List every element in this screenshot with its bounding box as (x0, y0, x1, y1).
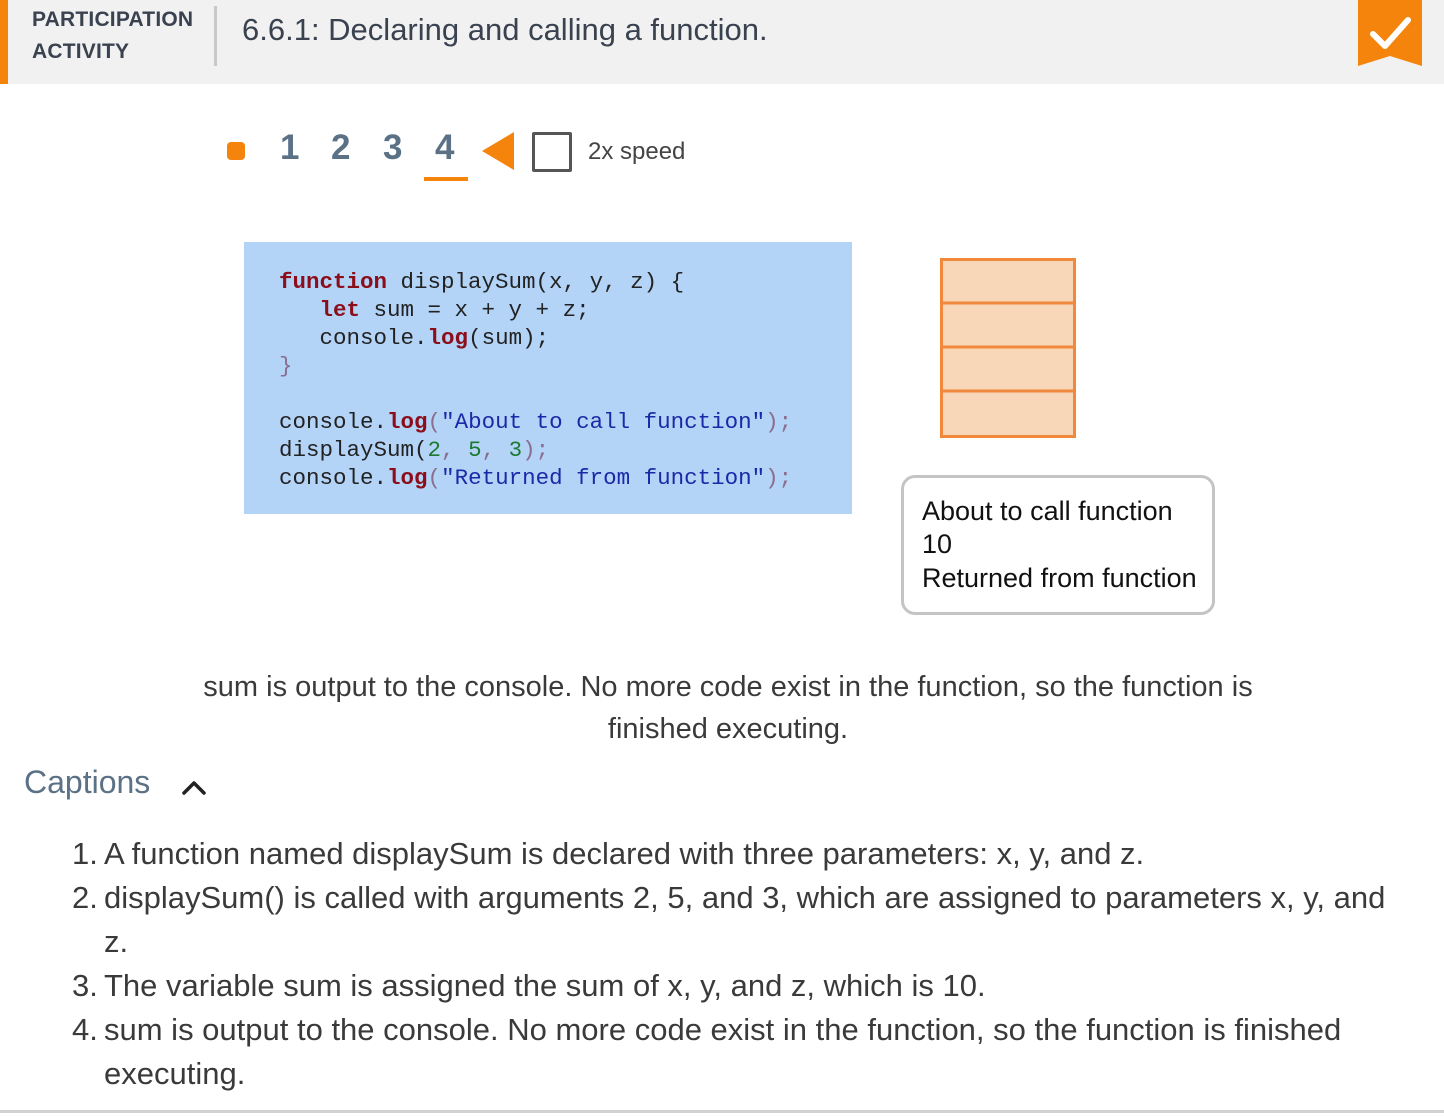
current-step-indicator (424, 177, 468, 181)
code-line-1-rest: displaySum(x, y, z) { (387, 269, 685, 295)
header-accent-bar (0, 0, 8, 84)
code-console-object: console. (279, 409, 388, 435)
console-line-3: Returned from function (922, 563, 1197, 593)
caption-item: 4. sum is output to the console. No more … (72, 1012, 1342, 1091)
activity-header: PARTICIPATION ACTIVITY 6.6.1: Declaring … (0, 0, 1444, 84)
memory-stack-diagram (940, 258, 1076, 438)
console-line-2: 10 (922, 529, 953, 559)
code-string-literal: "Returned from function" (441, 465, 766, 491)
code-line-4: } (279, 353, 293, 379)
code-line-2: let sum = x + y + z; (279, 297, 590, 323)
code-panel: function displaySum(x, y, z) { let sum =… (244, 242, 852, 514)
console-output-box: About to call function 10 Returned from … (901, 475, 1215, 615)
speed-checkbox[interactable] (532, 132, 572, 172)
caption-text: displaySum() is called with arguments 2,… (104, 880, 1386, 959)
caption-text: sum is output to the console. No more co… (104, 1012, 1342, 1091)
code-arg-1: 2 (427, 437, 442, 463)
code-log-method: log (387, 465, 428, 491)
pa-label-line2: ACTIVITY (32, 40, 130, 63)
code-log-method: log (387, 409, 428, 435)
captions-list: 1. A function named displaySum is declare… (68, 832, 1408, 1096)
caption-item: 1. A function named displaySum is declare… (72, 836, 1145, 871)
pa-label-line1: PARTICIPATION (32, 8, 194, 31)
caption-item: 2. displaySum() is called with arguments … (72, 880, 1386, 959)
play-back-arrow-icon[interactable] (480, 130, 516, 172)
code-line-1: function displaySum(x, y, z) { (279, 269, 684, 295)
code-console-object: console. (319, 325, 428, 351)
code-string-literal: "About to call function" (441, 409, 766, 435)
code-line-3: console.log(sum); (279, 325, 550, 351)
code-line-3-rest: (sum); (468, 325, 550, 351)
code-line-7: console.log("Returned from function"); (279, 465, 793, 491)
activity-title: 6.6.1: Declaring and calling a function. (242, 12, 768, 47)
participation-activity-label: PARTICIPATION ACTIVITY (32, 4, 193, 68)
completion-check-icon (1358, 0, 1422, 66)
caption-text: A function named displaySum is declared … (104, 836, 1145, 871)
code-line-6: displaySum(2, 5, 3); (279, 437, 550, 463)
caption-item: 3. The variable sum is assigned the sum o… (72, 968, 986, 1003)
step-2-button[interactable]: 2 (331, 128, 350, 168)
current-step-caption: sum is output to the console. No more co… (203, 671, 1253, 745)
keyword-function: function (279, 269, 388, 295)
code-arg-2: 5 (468, 437, 482, 463)
speed-label: 2x speed (588, 138, 686, 165)
captions-toggle[interactable]: Captions (24, 764, 206, 808)
step-3-button[interactable]: 3 (383, 128, 402, 168)
header-divider (214, 6, 217, 66)
captions-label: Captions (24, 764, 151, 800)
console-line-1: About to call function (922, 496, 1173, 526)
chevron-up-icon[interactable] (180, 778, 208, 796)
bottom-divider (0, 1110, 1444, 1113)
code-arg-3: 3 (508, 437, 523, 463)
code-function-call: displaySum( (279, 437, 428, 463)
step-1-button[interactable]: 1 (280, 128, 299, 168)
code-line-5: console.log("About to call function"); (279, 409, 793, 435)
code-listing: function displaySum(x, y, z) { let sum =… (279, 268, 792, 492)
animation-step-controls: 1 2 3 4 2x speed (0, 120, 900, 190)
code-line-2-rest: sum = x + y + z; (360, 297, 590, 323)
start-step-button[interactable] (227, 142, 245, 160)
keyword-let: let (319, 297, 361, 323)
step-4-button[interactable]: 4 (435, 128, 454, 168)
code-console-object: console. (279, 465, 388, 491)
caption-text: The variable sum is assigned the sum of … (104, 968, 986, 1003)
code-log-method: log (427, 325, 469, 351)
